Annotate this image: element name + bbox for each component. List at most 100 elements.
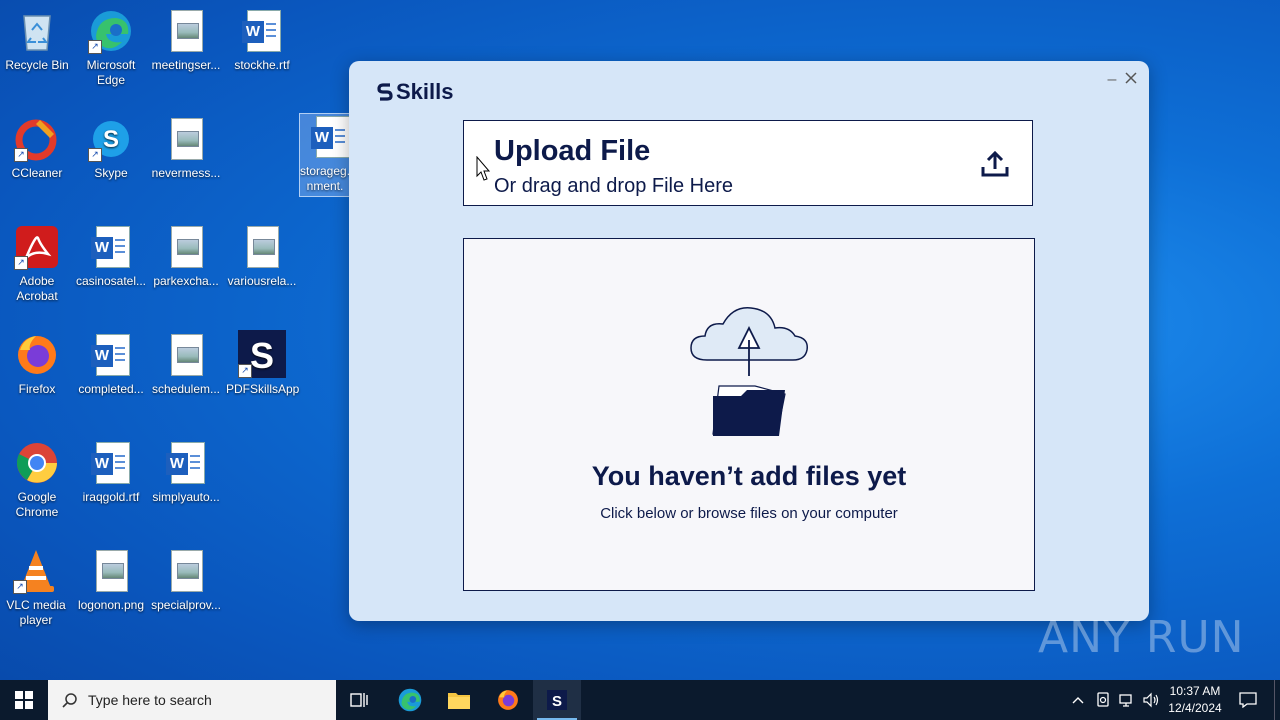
desktop-icon-logonon[interactable]: logonon.png	[75, 548, 147, 613]
task-view-button[interactable]	[336, 680, 384, 720]
upload-file-button[interactable]: Upload File Or drag and drop File Here	[463, 120, 1033, 206]
network-icon	[1119, 694, 1132, 707]
desktop-icon-label: parkexcha...	[153, 274, 219, 288]
app-logo: Skills	[377, 79, 453, 105]
search-icon	[62, 693, 77, 708]
edge-icon	[398, 688, 422, 712]
image-file-icon	[163, 8, 209, 54]
edge-icon: ↗	[88, 8, 134, 54]
minimize-button[interactable]: –	[1103, 71, 1121, 89]
firefox-icon	[14, 332, 60, 378]
desktop-icon-label: Recycle Bin	[5, 58, 69, 72]
desktop-icon-simplyauto[interactable]: W simplyauto...	[150, 440, 222, 505]
desktop-icon-specialprov[interactable]: specialprov...	[150, 548, 222, 613]
desktop-icon-schedulem[interactable]: schedulem...	[150, 332, 222, 397]
word-document-icon: W	[163, 440, 209, 486]
show-desktop-button[interactable]	[1274, 680, 1275, 720]
svg-text:S: S	[250, 335, 274, 376]
folder-icon	[448, 693, 470, 709]
tray-device-button[interactable]	[1092, 680, 1114, 720]
anyrun-watermark: ANY RUN	[1038, 612, 1245, 663]
desktop-icon-stockhe[interactable]: W stockhe.rtf	[226, 8, 298, 73]
desktop-icon-acrobat[interactable]: ↗ Adobe Acrobat	[1, 224, 73, 304]
search-placeholder: Type here to search	[88, 692, 212, 708]
word-document-icon: W	[88, 440, 134, 486]
desktop-icon-label: Skype	[94, 166, 128, 180]
tray-network-button[interactable]	[1116, 680, 1138, 720]
desktop-icon-edge[interactable]: ↗ Microsoft Edge	[75, 8, 147, 88]
svg-text:S: S	[552, 693, 562, 710]
notification-icon	[1239, 692, 1257, 708]
desktop-icon-skype[interactable]: S ↗ Skype	[75, 116, 147, 181]
taskbar-edge[interactable]	[386, 680, 434, 720]
desktop-icon-label: VLC media player	[6, 598, 66, 627]
desktop-icon-label: completed...	[78, 382, 144, 396]
desktop-icon-storageg[interactable]: W storageg... nment.	[299, 113, 351, 197]
desktop-icon-firefox[interactable]: Firefox	[1, 332, 73, 397]
notifications-button[interactable]	[1234, 680, 1262, 720]
desktop-icon-label: Adobe Acrobat	[16, 274, 58, 303]
start-button[interactable]	[0, 680, 48, 720]
upload-subtitle: Or drag and drop File Here	[494, 175, 734, 197]
pdfskills-icon: S	[547, 690, 567, 710]
desktop-icon-recycle-bin[interactable]: Recycle Bin	[1, 8, 73, 73]
pdfskills-icon: S ↗	[238, 330, 286, 378]
upload-icon	[981, 150, 1009, 177]
desktop-icon-completed[interactable]: W completed...	[75, 332, 147, 397]
file-drop-zone[interactable]: You haven’t add files yet Click below or…	[463, 238, 1035, 591]
desktop-icon-label: specialprov...	[151, 598, 221, 612]
desktop-icon-variousrela[interactable]: variousrela...	[226, 224, 298, 289]
desktop-icon-pdfskillsapp[interactable]: S ↗ PDFSkillsApp	[226, 330, 300, 397]
chrome-icon	[14, 440, 60, 486]
desktop-icon-nevermess[interactable]: nevermess...	[150, 116, 222, 181]
volume-icon	[1143, 692, 1159, 708]
taskbar: Type here to search S 10:37 AM 12/4/2024	[0, 680, 1280, 720]
image-file-icon	[163, 224, 209, 270]
desktop-icon-label: logonon.png	[77, 598, 145, 612]
firefox-icon	[498, 690, 518, 710]
skills-logo-icon	[377, 83, 393, 101]
tray-overflow-button[interactable]	[1068, 680, 1088, 720]
word-document-icon: W	[88, 224, 134, 270]
desktop-icon-label: Firefox	[18, 382, 56, 396]
taskbar-search-box[interactable]: Type here to search	[48, 680, 336, 720]
desktop-icon-label: casinosatel...	[75, 274, 147, 288]
taskbar-clock[interactable]: 10:37 AM 12/4/2024	[1160, 683, 1230, 717]
desktop-icon-label: PDFSkillsApp	[226, 382, 300, 396]
word-document-icon: W	[239, 8, 285, 54]
vlc-icon: ↗	[13, 548, 59, 594]
upload-title: Upload File	[494, 135, 651, 167]
desktop-icon-label: Google Chrome	[15, 490, 59, 519]
desktop-icon-label: iraqgold.rtf	[82, 490, 140, 504]
image-file-icon	[239, 224, 285, 270]
desktop-icon-meetingser[interactable]: meetingser...	[150, 8, 222, 73]
skills-app-window: Skills – Upload File Or drag and drop Fi…	[349, 61, 1149, 621]
desktop-icon-casinosatel[interactable]: W casinosatel...	[75, 224, 147, 289]
task-view-icon	[350, 693, 368, 707]
desktop-icon-label: nevermess...	[151, 166, 221, 180]
close-icon	[1125, 72, 1137, 84]
desktop-icon-label: schedulem...	[151, 382, 221, 396]
image-file-icon	[88, 548, 134, 594]
taskbar-file-explorer[interactable]	[435, 680, 483, 720]
image-file-icon	[163, 548, 209, 594]
desktop-icon-parkexcha[interactable]: parkexcha...	[150, 224, 222, 289]
desktop-icon-ccleaner[interactable]: ↗ CCleaner	[1, 116, 73, 181]
empty-state-subtitle: Click below or browse files on your comp…	[600, 505, 898, 522]
taskbar-pdfskills[interactable]: S	[533, 680, 581, 720]
desktop-icon-label: stockhe.rtf	[234, 58, 290, 72]
taskbar-firefox[interactable]	[484, 680, 532, 720]
image-file-icon	[163, 332, 209, 378]
desktop-icon-label: simplyauto...	[152, 490, 220, 504]
desktop-icon-iraqgold[interactable]: W iraqgold.rtf	[75, 440, 147, 505]
desktop-icon-chrome[interactable]: Google Chrome	[1, 440, 73, 520]
tray-volume-button[interactable]	[1140, 680, 1162, 720]
desktop-icon-label: meetingser...	[151, 58, 221, 72]
word-document-icon: W	[88, 332, 134, 378]
close-button[interactable]	[1122, 71, 1140, 89]
word-document-icon: W	[308, 114, 350, 160]
mouse-cursor-icon	[476, 156, 490, 181]
image-file-icon	[163, 116, 209, 162]
desktop-icon-label: storageg... nment.	[300, 164, 350, 193]
desktop-icon-vlc[interactable]: ↗ VLC media player	[0, 548, 72, 628]
